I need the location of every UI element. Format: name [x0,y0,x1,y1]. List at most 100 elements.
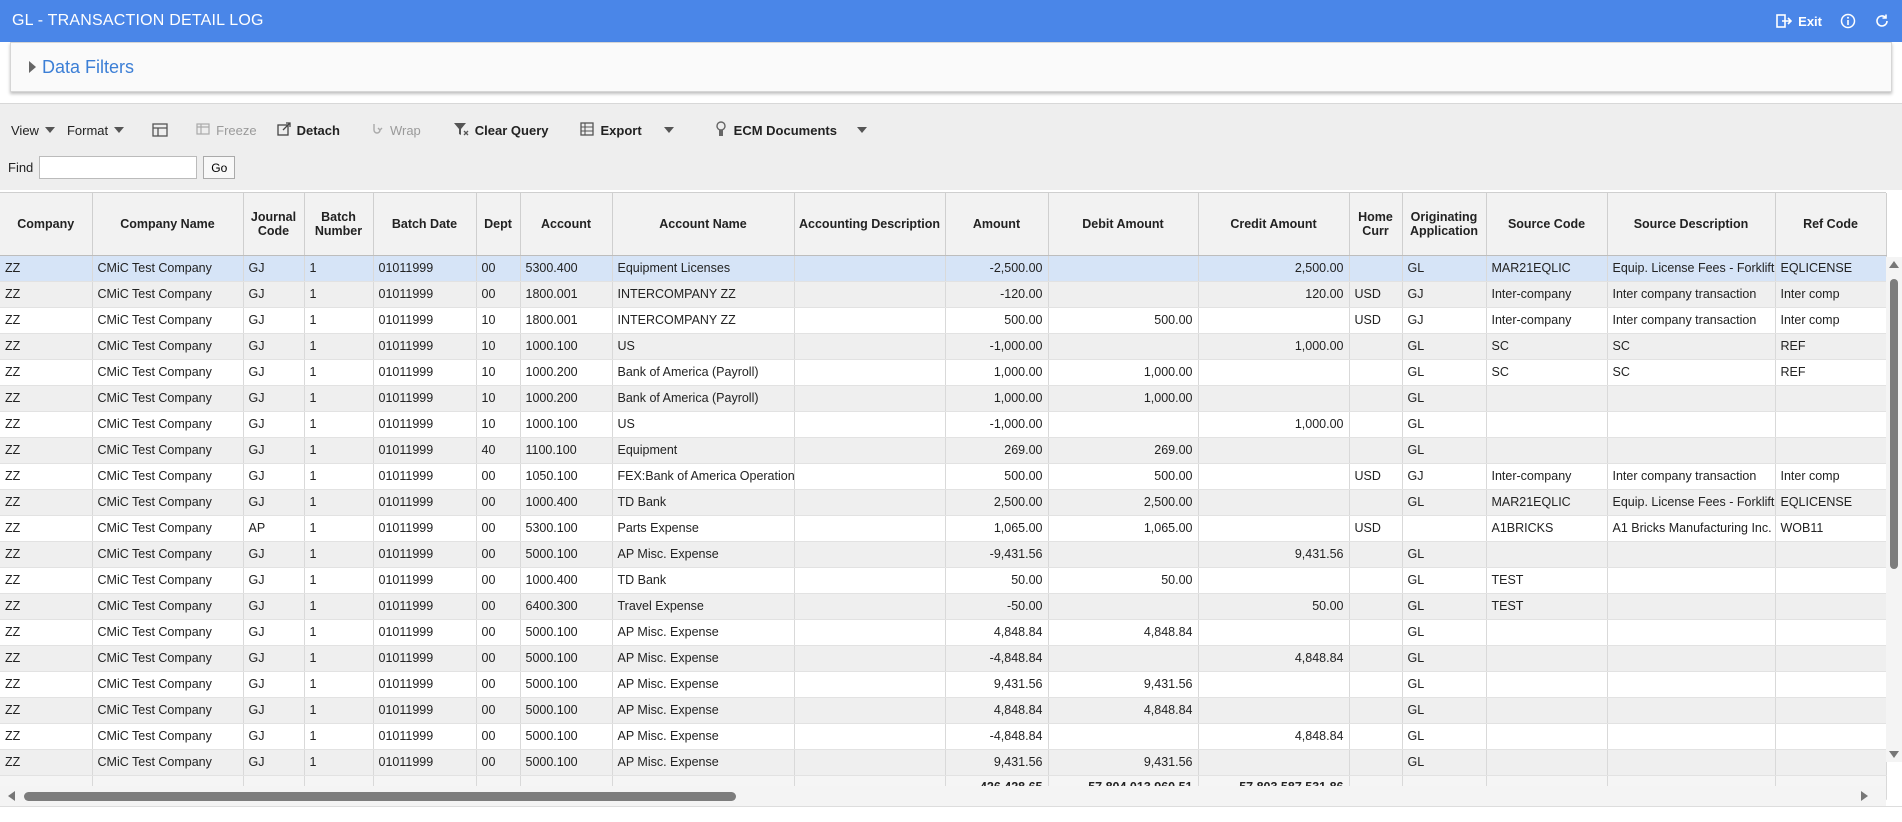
table-row[interactable]: ZZ CMiC Test Company AP 1 01011999 00 5300.100… [0,515,1887,542]
go-button[interactable]: Go [203,156,236,179]
column-header[interactable]: Amount [945,193,1049,256]
table-cell: GL [1402,723,1487,750]
column-header[interactable]: Ref Code [1775,193,1887,256]
wrap-button[interactable]: Wrap [372,122,421,139]
table-cell: GJ [243,359,305,386]
table-cell [1775,645,1887,672]
scroll-down-icon[interactable] [1889,751,1899,758]
data-filters-panel[interactable]: Data Filters [10,42,1892,92]
table-row[interactable]: ZZ CMiC Test Company GJ 1 01011999 10 1000.100… [0,333,1887,360]
table-row[interactable]: ZZ CMiC Test Company GJ 1 01011999 10 1800.001… [0,307,1887,334]
table-cell [1349,645,1403,672]
table-cell [1775,541,1887,568]
column-header[interactable]: Source Code [1486,193,1608,256]
find-input[interactable] [39,156,198,179]
table-row[interactable]: ZZ CMiC Test Company GJ 1 01011999 00 1000.400… [0,567,1887,594]
vertical-scrollbar[interactable] [1886,257,1902,762]
column-header[interactable]: Home Curr [1349,193,1403,256]
table-row[interactable]: ZZ CMiC Test Company GJ 1 01011999 00 6400.300… [0,593,1887,620]
format-menu[interactable]: Format [67,123,125,138]
table-cell: Equipment Licenses [612,255,795,282]
table-row[interactable]: ZZ CMiC Test Company GJ 1 01011999 00 5000.100… [0,723,1887,750]
table-row[interactable]: ZZ CMiC Test Company GJ 1 01011999 00 1000.400… [0,489,1887,516]
info-icon[interactable] [1840,13,1856,29]
table-cell: 1800.001 [520,281,613,308]
clear-query-button[interactable]: Clear Query [453,122,548,139]
table-row[interactable]: ZZ CMiC Test Company GJ 1 01011999 00 5000.100… [0,671,1887,698]
vertical-scroll-thumb[interactable] [1890,279,1898,569]
column-header[interactable]: Journal Code [243,193,305,256]
table-cell: 5000.100 [520,671,613,698]
view-menu[interactable]: View [11,123,55,138]
table-row[interactable]: ZZ CMiC Test Company GJ 1 01011999 00 5000.100… [0,749,1887,776]
chevron-down-icon[interactable] [856,127,867,133]
column-header[interactable]: Company Name [92,193,244,256]
column-header[interactable]: Dept [476,193,521,256]
table-row[interactable]: ZZ CMiC Test Company GJ 1 01011999 00 1050.100… [0,463,1887,490]
table-cell: 1 [304,697,374,724]
scroll-right-icon[interactable] [1861,791,1868,801]
column-header[interactable]: Debit Amount [1048,193,1199,256]
column-header[interactable]: Account Name [612,193,795,256]
export-button[interactable]: Export [580,121,674,139]
column-header[interactable]: Batch Number [304,193,374,256]
table-cell: 01011999 [373,463,477,490]
table-cell: 500.00 [1048,463,1199,490]
table-cell [794,307,946,334]
table-row[interactable]: ZZ CMiC Test Company GJ 1 01011999 10 1000.100… [0,411,1887,438]
column-settings-icon[interactable] [152,123,168,137]
chevron-down-icon[interactable] [663,127,674,133]
table-cell: ZZ [0,515,93,542]
horizontal-scrollbar[interactable] [0,786,1886,806]
scroll-up-icon[interactable] [1889,261,1899,268]
table-row[interactable]: ZZ CMiC Test Company GJ 1 01011999 10 1000.200… [0,359,1887,386]
scroll-left-icon[interactable] [8,791,15,801]
table-row[interactable]: ZZ CMiC Test Company GJ 1 01011999 00 5000.100… [0,541,1887,568]
table-cell: 1 [304,619,374,646]
expand-triangle-icon[interactable] [29,61,36,73]
detach-button[interactable]: Detach [276,121,340,139]
table-cell: GJ [243,749,305,776]
table-cell: 1,000.00 [945,359,1049,386]
freeze-button[interactable]: Freeze [196,123,257,138]
column-header[interactable]: Originating Application [1402,193,1487,256]
column-header[interactable]: Account [520,193,613,256]
chevron-down-icon [114,127,125,133]
table-row[interactable]: ZZ CMiC Test Company GJ 1 01011999 00 5300.400… [0,255,1887,282]
table-cell: 01011999 [373,411,477,438]
table-cell: Inter-company [1486,281,1608,308]
table-cell: TD Bank [612,489,795,516]
table-cell [1607,619,1776,646]
horizontal-scroll-thumb[interactable] [24,792,736,801]
table-cell: 4,848.84 [1198,723,1350,750]
refresh-icon[interactable] [1874,13,1890,29]
table-cell [1486,411,1608,438]
table-cell [1775,437,1887,464]
table-cell: GJ [1402,307,1487,334]
ecm-documents-button[interactable]: ECM Documents [714,120,867,140]
exit-button[interactable]: Exit [1776,14,1822,29]
table-row[interactable]: ZZ CMiC Test Company GJ 1 01011999 40 1100.100… [0,437,1887,464]
table-row[interactable]: ZZ CMiC Test Company GJ 1 01011999 10 1000.200… [0,385,1887,412]
table-row[interactable]: ZZ CMiC Test Company GJ 1 01011999 00 5000.100… [0,619,1887,646]
table-cell: TEST [1486,593,1608,620]
detach-icon [276,121,291,139]
table-cell: 10 [476,411,521,438]
data-filters-label[interactable]: Data Filters [42,57,134,78]
column-header[interactable]: Batch Date [373,193,477,256]
column-header[interactable]: Accounting Description [794,193,946,256]
table-cell: ZZ [0,385,93,412]
column-header[interactable]: Company [0,193,93,256]
table-row[interactable]: ZZ CMiC Test Company GJ 1 01011999 00 1800.001… [0,281,1887,308]
table-cell [1775,567,1887,594]
table-cell: CMiC Test Company [92,437,244,464]
table-cell: CMiC Test Company [92,359,244,386]
wrap-icon [372,122,384,139]
table-row[interactable]: ZZ CMiC Test Company GJ 1 01011999 00 5000.100… [0,697,1887,724]
table-cell: GJ [243,463,305,490]
table-cell [1486,385,1608,412]
column-header[interactable]: Source Description [1607,193,1776,256]
table-cell: Inter comp [1775,281,1887,308]
column-header[interactable]: Credit Amount [1198,193,1350,256]
table-row[interactable]: ZZ CMiC Test Company GJ 1 01011999 00 5000.100… [0,645,1887,672]
